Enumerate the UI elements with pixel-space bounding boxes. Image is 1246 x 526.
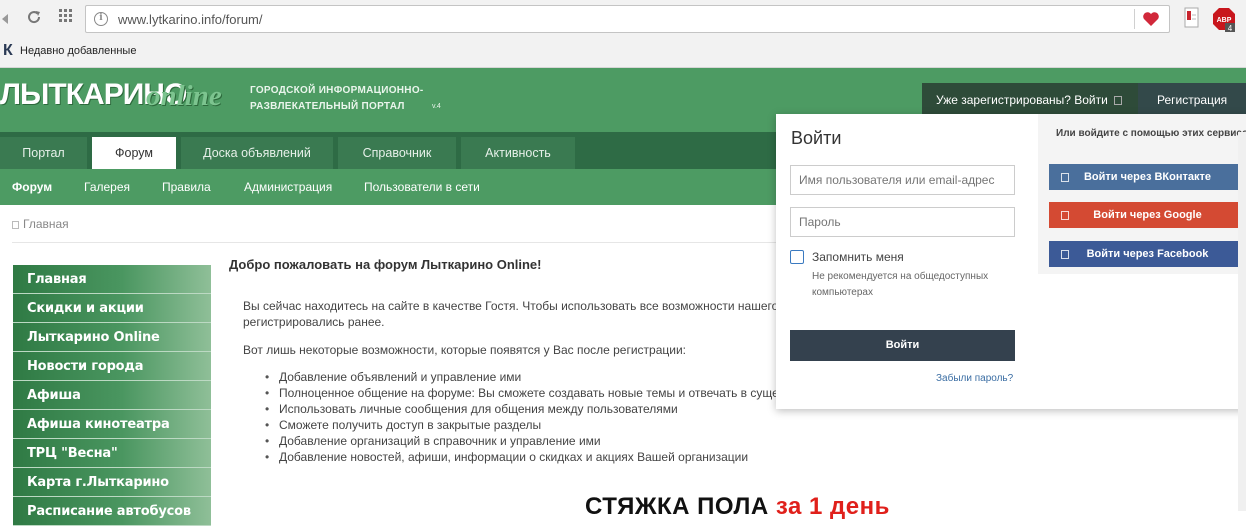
nav-activity[interactable]: Активность (461, 137, 575, 169)
sidebar-menu: Главная Скидки и акции Лыткарино Online … (13, 265, 211, 526)
subnav-online-users[interactable]: Пользователи в сети (364, 180, 480, 194)
benefits-list: Добавление объявлений и управление ими П… (265, 369, 785, 465)
sidebar-item-bus-schedule[interactable]: Расписание автобусов (13, 497, 211, 526)
register-button[interactable]: Регистрация (1138, 83, 1246, 117)
nav-directory[interactable]: Справочник (338, 137, 456, 169)
breadcrumb-home[interactable]: Главная (23, 217, 69, 231)
signin-label: Уже зарегистрированы? Войти (936, 93, 1108, 107)
sidebar-item-city-news[interactable]: Новости города (13, 352, 211, 381)
login-dropdown: Войти Запомнить меня Не рекомендуется на… (776, 114, 1246, 409)
bookmarks-bar: К Недавно добавленные (0, 38, 1246, 66)
list-item: Добавление объявлений и управление ими (265, 369, 785, 385)
social-login-panel: Или войдите с помощью этих сервисов Войт… (1038, 114, 1246, 274)
guest-notice-line1: Вы сейчас находитесь на сайте в качестве… (243, 299, 788, 313)
pdf-extension-icon[interactable] (1184, 7, 1200, 32)
login-title: Войти (791, 128, 842, 148)
username-input[interactable] (790, 165, 1015, 195)
version-label: v.4 (432, 103, 441, 110)
remember-me-label[interactable]: Запомнить меня (812, 250, 904, 264)
ad-text-highlight: за 1 день (775, 493, 890, 520)
bookmark-k-icon[interactable]: К (3, 42, 13, 60)
login-vk-button[interactable]: Войти через ВКонтакте (1049, 164, 1246, 190)
address-bar-divider (1134, 9, 1135, 29)
browser-chrome: i www.lytkarino.info/forum/ ABP 4 К Неда… (0, 0, 1246, 68)
home-icon (12, 221, 19, 229)
forgot-password-link[interactable]: Забыли пароль? (936, 373, 1013, 384)
adblock-count: 4 (1228, 24, 1233, 33)
list-item: Использовать личные сообщения для общени… (265, 401, 785, 417)
remember-me-checkbox[interactable] (790, 250, 804, 264)
tagline-line1: ГОРОДСКОЙ ИНФОРМАЦИОННО- (250, 85, 424, 96)
login-google-label: Войти через Google (1093, 209, 1202, 221)
guest-notice-line2: регистрировались ранее. (243, 315, 385, 329)
signin-button[interactable]: Уже зарегистрированы? Войти (922, 83, 1138, 117)
login-facebook-label: Войти через Facebook (1086, 248, 1209, 260)
list-item: Добавление новостей, афиши, информации о… (265, 449, 785, 465)
nav-classifieds[interactable]: Доска объявлений (181, 137, 333, 169)
address-bar[interactable]: i www.lytkarino.info/forum/ (85, 5, 1170, 33)
ad-text: СТЯЖКА ПОЛА (585, 493, 769, 520)
list-item: Полноценное общение на форуме: Вы сможет… (265, 385, 785, 401)
benefits-intro: Вот лишь некоторые возможности, которые … (243, 343, 687, 357)
breadcrumb: Главная (12, 217, 69, 231)
subnav-rules[interactable]: Правила (162, 180, 211, 194)
site-info-icon[interactable]: i (94, 12, 108, 26)
page-title: Добро пожаловать на форум Лыткарино Onli… (229, 257, 542, 272)
apps-icon[interactable] (56, 9, 76, 29)
facebook-icon (1061, 250, 1069, 259)
ad-banner[interactable]: СТЯЖКА ПОЛА за 1 день (585, 493, 890, 521)
list-item: Сможете получить доступ в закрытые разде… (265, 417, 785, 433)
back-icon[interactable] (0, 9, 18, 29)
sidebar-item-mall[interactable]: ТРЦ "Весна" (13, 439, 211, 468)
sidebar-item-events[interactable]: Афиша (13, 381, 211, 410)
sidebar-item-discounts[interactable]: Скидки и акции (13, 294, 211, 323)
bookmark-recent-added[interactable]: Недавно добавленные (20, 45, 136, 57)
page-scrollbar[interactable] (1238, 132, 1246, 511)
password-input[interactable] (790, 207, 1015, 237)
login-google-button[interactable]: Войти через Google (1049, 202, 1246, 228)
subnav-administration[interactable]: Администрация (244, 180, 332, 194)
sidebar-item-cinema[interactable]: Афиша кинотеатра (13, 410, 211, 439)
list-item: Добавление организаций в справочник и уп… (265, 433, 785, 449)
sidebar-item-lytkarino-online[interactable]: Лыткарино Online (13, 323, 211, 352)
reload-icon[interactable] (24, 9, 44, 29)
subnav-forum[interactable]: Форум (12, 180, 52, 194)
url-text[interactable]: www.lytkarino.info/forum/ (118, 12, 263, 27)
nav-forum[interactable]: Форум (92, 137, 176, 169)
tagline-line2: РАЗВЛЕКАТЕЛЬНЫЙ ПОРТАЛ (250, 101, 405, 112)
login-facebook-button[interactable]: Войти через Facebook (1049, 241, 1246, 267)
sidebar-item-map[interactable]: Карта г.Лыткарино (13, 468, 211, 497)
nav-portal[interactable]: Портал (0, 137, 87, 169)
heart-bookmark-icon[interactable] (1141, 9, 1161, 29)
vk-icon (1061, 173, 1069, 182)
sidebar-item-home[interactable]: Главная (13, 265, 211, 294)
remember-me-hint: Не рекомендуется на общедоступных компью… (812, 271, 989, 298)
login-submit-button[interactable]: Войти (790, 330, 1015, 361)
social-login-title: Или войдите с помощью этих сервисов (1056, 128, 1246, 139)
dropdown-icon (1113, 96, 1122, 105)
logo-online[interactable]: online (146, 80, 222, 113)
subnav-gallery[interactable]: Галерея (84, 180, 130, 194)
login-vk-label: Войти через ВКонтакте (1083, 171, 1212, 183)
google-icon (1061, 211, 1069, 220)
adblock-label: ABP (1217, 17, 1232, 24)
adblock-icon[interactable]: ABP 4 (1212, 7, 1236, 36)
